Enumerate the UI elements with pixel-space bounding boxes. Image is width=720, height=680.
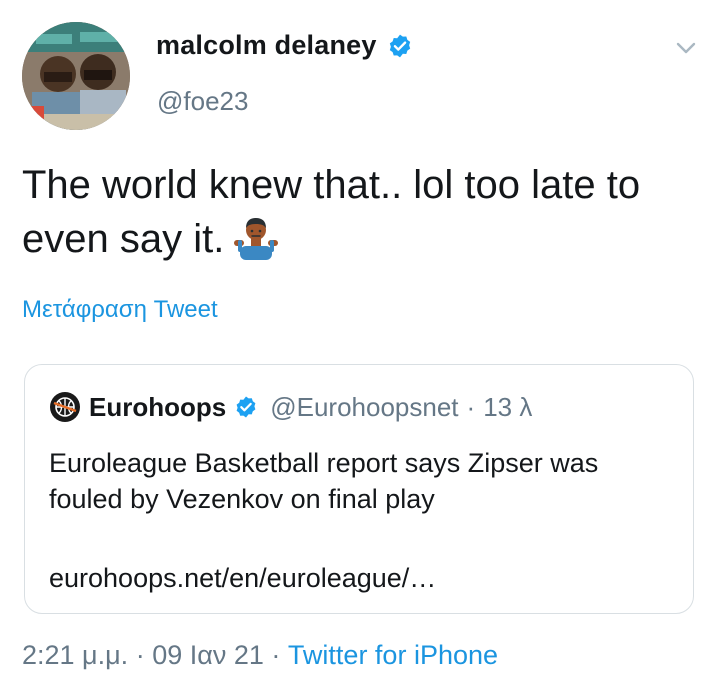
author-name-row: malcolm delaney	[156, 30, 413, 61]
tweet-text: The world knew that.. lol too late to ev…	[22, 163, 641, 261]
tweet-date: 09 Ιαν 21	[152, 640, 264, 670]
translate-tweet-link[interactable]: Μετάφραση Tweet	[22, 296, 218, 324]
quoted-display-name: Eurohoops	[89, 391, 227, 422]
tweet-body: The world knew that.. lol too late to ev…	[22, 158, 702, 274]
chevron-down-icon[interactable]	[674, 38, 698, 58]
tweet-meta-footer: 2:21 μ.μ. · 09 Ιαν 21 · Twitter for iPho…	[22, 640, 498, 671]
meta-separator: ·	[271, 640, 281, 670]
eurohoops-logo-icon	[50, 392, 80, 422]
quoted-verified-badge-icon	[236, 396, 256, 418]
author-display-name[interactable]: malcolm delaney	[156, 30, 377, 61]
quoted-tweet-header: Eurohoops @Eurohoopsnet · 13 λ	[49, 391, 532, 423]
author-handle[interactable]: @foe23	[157, 86, 248, 117]
quoted-tweet-card[interactable]: Eurohoops @Eurohoopsnet · 13 λ Euroleagu…	[24, 364, 694, 614]
author-avatar[interactable]	[22, 22, 130, 130]
meta-separator: ·	[135, 640, 145, 670]
avatar-image	[22, 22, 130, 130]
quoted-handle: @Eurohoopsnet	[270, 391, 459, 422]
quoted-timestamp: 13 λ	[483, 391, 533, 422]
quoted-separator: ·	[466, 391, 476, 422]
tweet-source-link[interactable]: Twitter for iPhone	[288, 640, 498, 670]
quoted-tweet-link[interactable]: eurohoops.net/en/euroleague/…	[49, 563, 436, 594]
quoted-tweet-text: Euroleague Basketball report says Zipser…	[49, 448, 599, 514]
tweet-time: 2:21 μ.μ.	[22, 640, 129, 670]
verified-badge-icon	[389, 34, 410, 57]
person-shrugging-emoji-icon	[234, 216, 279, 274]
